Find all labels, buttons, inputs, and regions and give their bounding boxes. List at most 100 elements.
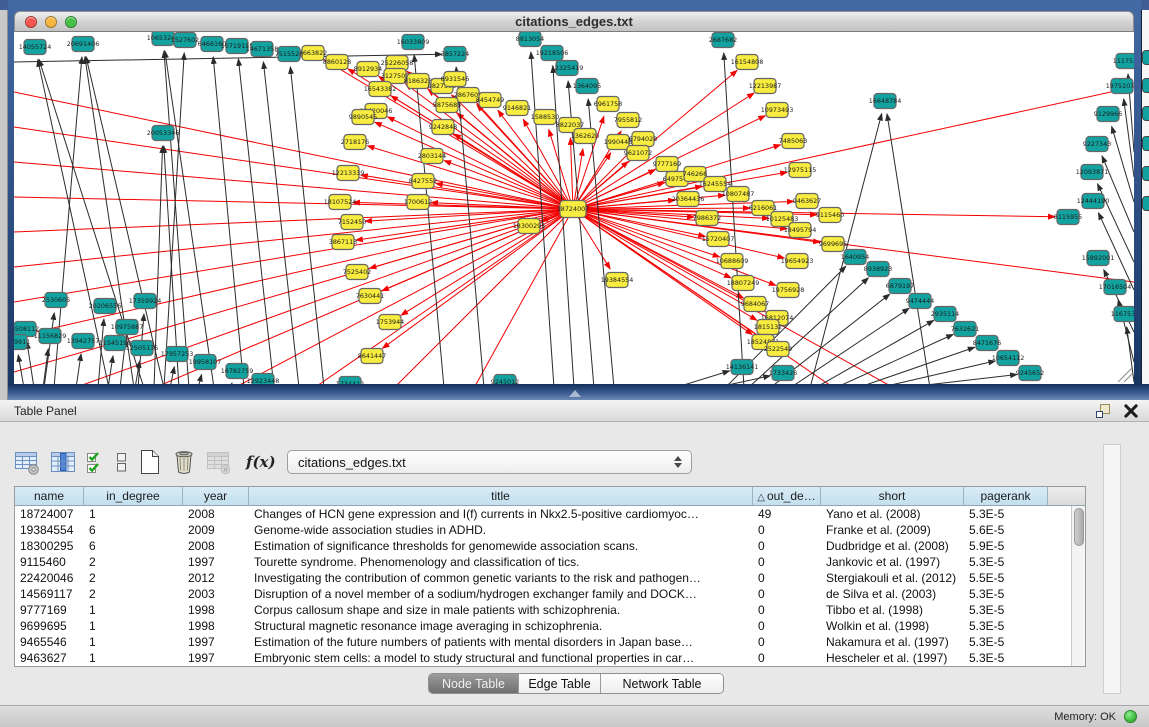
new-table-icon[interactable] [137,448,162,476]
graph-edge[interactable] [165,51,214,384]
table-selector-dropdown[interactable]: citations_edges.txt [287,450,692,474]
graph-node-label: 18495794 [784,226,817,234]
table-panel-header: Table Panel [0,400,1149,422]
table-cell: 0 [753,618,821,634]
network-canvas[interactable]: 1872400776638228860128891293425226058312… [14,32,1134,384]
table-cell: 18300295 [15,538,84,554]
graph-node-label: 8454749 [476,96,504,104]
row-height-icon[interactable] [115,449,128,475]
graph-edge[interactable] [401,209,573,315]
graph-node-label: 19751074 [1106,82,1134,90]
window-title: citations_edges.txt [15,14,1133,29]
select-rows-icon[interactable] [86,449,106,475]
graph-node-label: 10125483 [766,215,799,223]
graph-edge[interactable] [234,209,573,384]
graph-edge[interactable] [27,342,34,384]
table-toolbar: f(x) citations_edges.txt [14,444,286,480]
table-row[interactable]: 946362711997Embryonic stem cells: a mode… [15,650,1085,666]
graph-edge[interactable] [44,313,54,384]
table-row[interactable]: 1456911722003Disruption of a novel membe… [15,586,1085,602]
column-header-short[interactable]: short [821,487,964,505]
graph-edge[interactable] [164,53,184,384]
graph-edge[interactable] [98,319,104,384]
graph-edge[interactable] [1118,368,1132,382]
column-header-name[interactable]: name [15,487,84,505]
float-panel-icon[interactable] [1095,403,1111,419]
table-cell: Estimation of the future numbers of pati… [249,634,753,650]
graph-edge[interactable] [14,197,573,209]
graph-edge[interactable] [14,162,573,209]
column-header-year[interactable]: year [183,487,249,505]
table-row[interactable]: 1830029562008Estimation of significance … [15,538,1085,554]
graph-node-label: 17359924 [129,297,162,305]
tab-node-table[interactable]: Node Table [429,674,519,693]
table-row[interactable]: 969969511998Structural magnetic resonanc… [15,618,1085,634]
graph-edge[interactable] [714,376,770,384]
graph-edge[interactable] [878,361,995,384]
table-options-icon[interactable] [14,449,41,476]
scrollbar-thumb[interactable] [1074,508,1084,546]
tab-edge-table[interactable]: Edge Table [519,674,601,693]
network-graph-svg[interactable]: 1872400776638228860128891293425226058312… [14,32,1134,384]
column-header-label: in_degree [106,489,159,503]
delete-table-icon[interactable] [171,448,197,476]
graph-node-label: 1700612 [404,198,432,206]
graph-edge[interactable] [674,371,730,384]
graph-edge[interactable] [570,138,573,209]
window-titlebar[interactable]: citations_edges.txt [14,11,1134,32]
table-cell: 18724007 [15,506,84,522]
graph-edge[interactable] [14,92,573,209]
graph-node-label: 2530605 [42,296,70,304]
table-cell: 5.3E-5 [964,586,1048,602]
graph-edge[interactable] [108,356,113,384]
graph-node-label: 19958107 [189,358,222,366]
graph-edge[interactable] [1112,126,1134,202]
table-cell: Genome-wide association studies in ADHD. [249,522,753,538]
table-cell: 1 [84,602,183,618]
table-row[interactable]: 946554611997Estimation of the future num… [15,634,1085,650]
graph-node-label: 9463627 [793,197,821,205]
table-row[interactable]: 977716911998Corpus callosum shape and si… [15,602,1085,618]
graph-edge[interactable] [815,320,934,384]
graph-edge[interactable] [835,334,953,384]
graph-edge[interactable] [198,375,202,384]
column-header-title[interactable]: title [249,487,753,505]
graph-edge[interactable] [810,114,882,384]
graph-node-label: 10807487 [722,190,755,198]
graph-edge[interactable] [367,146,573,209]
graph-edge[interactable] [14,54,442,62]
graph-node-label: 9684067 [741,300,769,308]
graph-node-label: 1588530 [531,113,559,121]
table-row[interactable]: 911546021997Tourette syndrome. Phenomeno… [15,554,1085,570]
tab-network-table[interactable]: Network Table [601,674,723,693]
table-row[interactable]: 1872400712008Changes of HCN gene express… [15,506,1085,522]
graph-edge[interactable] [14,209,573,267]
table-header-row: name in_degree yeartitle△out_de…shortpager… [15,487,1085,506]
table-row[interactable]: 2242004622012Investigating the contribut… [15,570,1085,586]
function-builder-icon[interactable]: f(x) [246,453,276,471]
column-header-in_degree[interactable]: in_degree [84,487,183,505]
graph-edge[interactable] [1127,327,1134,382]
graph-edge[interactable] [213,57,244,384]
graph-edge[interactable] [14,209,573,302]
table-cell: 0 [753,602,821,618]
panel-side-scroll-area [1103,444,1121,694]
column-header-out_de[interactable]: △out_de… [753,487,821,505]
table-cell: 2009 [183,522,249,538]
graph-edge[interactable] [790,308,909,384]
column-header-pagerank[interactable]: pagerank [964,487,1048,505]
clipped-graph-node [1142,106,1149,121]
graph-edge[interactable] [573,87,1134,209]
table-panel-title: Table Panel [14,404,77,418]
graph-edge[interactable] [857,347,975,384]
close-panel-icon[interactable] [1123,403,1139,419]
graph-node-label: 7632621 [951,325,979,333]
clipped-graph-node [1142,196,1149,211]
table-row[interactable]: 1938455462009Genome-wide association stu… [15,522,1085,538]
table-vertical-scrollbar[interactable] [1071,506,1085,666]
graph-node-label: 9474444 [906,297,934,305]
graph-edge[interactable] [290,67,324,384]
show-columns-icon[interactable] [50,449,77,476]
graph-edge[interactable] [724,53,744,384]
graph-edge[interactable] [76,354,81,384]
